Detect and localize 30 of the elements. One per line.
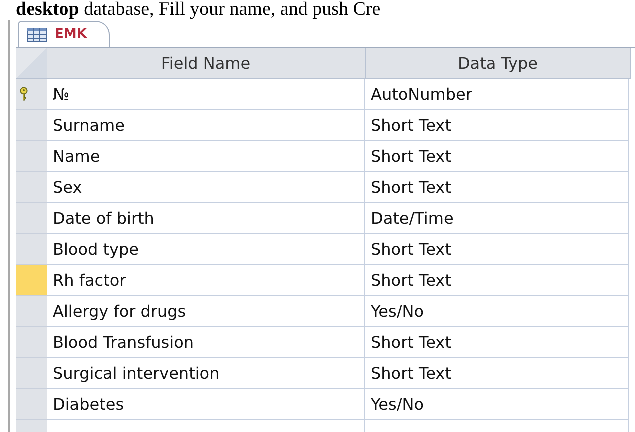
caption-text: desktop database, Fill your name, and push Cre xyxy=(15,0,382,20)
table-cell: AutoNumber xyxy=(365,79,629,110)
table-cell: Blood type xyxy=(47,234,365,265)
table-cell: Yes/No xyxy=(365,296,629,327)
table-cell: Date of birth xyxy=(47,203,365,234)
table-tab[interactable]: EMK xyxy=(18,21,110,47)
table-cell: Short Text xyxy=(365,327,629,358)
table-cell: Sex xyxy=(47,172,365,203)
table-cell: Allergy for drugs xyxy=(47,296,365,327)
table-cell: Surgical intervention xyxy=(47,358,365,389)
key-icon xyxy=(19,87,29,101)
table-cell: Short Text xyxy=(365,141,629,172)
table-cell: Blood Transfusion xyxy=(47,327,365,358)
table-cell: Short Text xyxy=(365,172,629,203)
table-cell: Short Text xyxy=(365,265,629,296)
table-cell: Short Text xyxy=(365,234,629,265)
table-cell: Short Text xyxy=(365,110,629,141)
table-cell: Diabetes xyxy=(47,389,365,420)
table-cell: Name xyxy=(47,141,365,172)
table-icon xyxy=(27,28,47,42)
column-header[interactable]: Data Type xyxy=(366,48,631,79)
table-cell: Rh factor xyxy=(47,265,365,296)
row-selector[interactable] xyxy=(16,79,47,110)
table-cell: Surname xyxy=(47,110,365,141)
select-all-corner[interactable] xyxy=(16,48,47,79)
column-header[interactable]: Field Name xyxy=(47,48,366,79)
table-cell: Yes/No xyxy=(365,389,629,420)
table-cell: Date/Time xyxy=(365,203,629,234)
table-cell: № xyxy=(47,79,365,110)
table-cell: Short Text xyxy=(365,358,629,389)
